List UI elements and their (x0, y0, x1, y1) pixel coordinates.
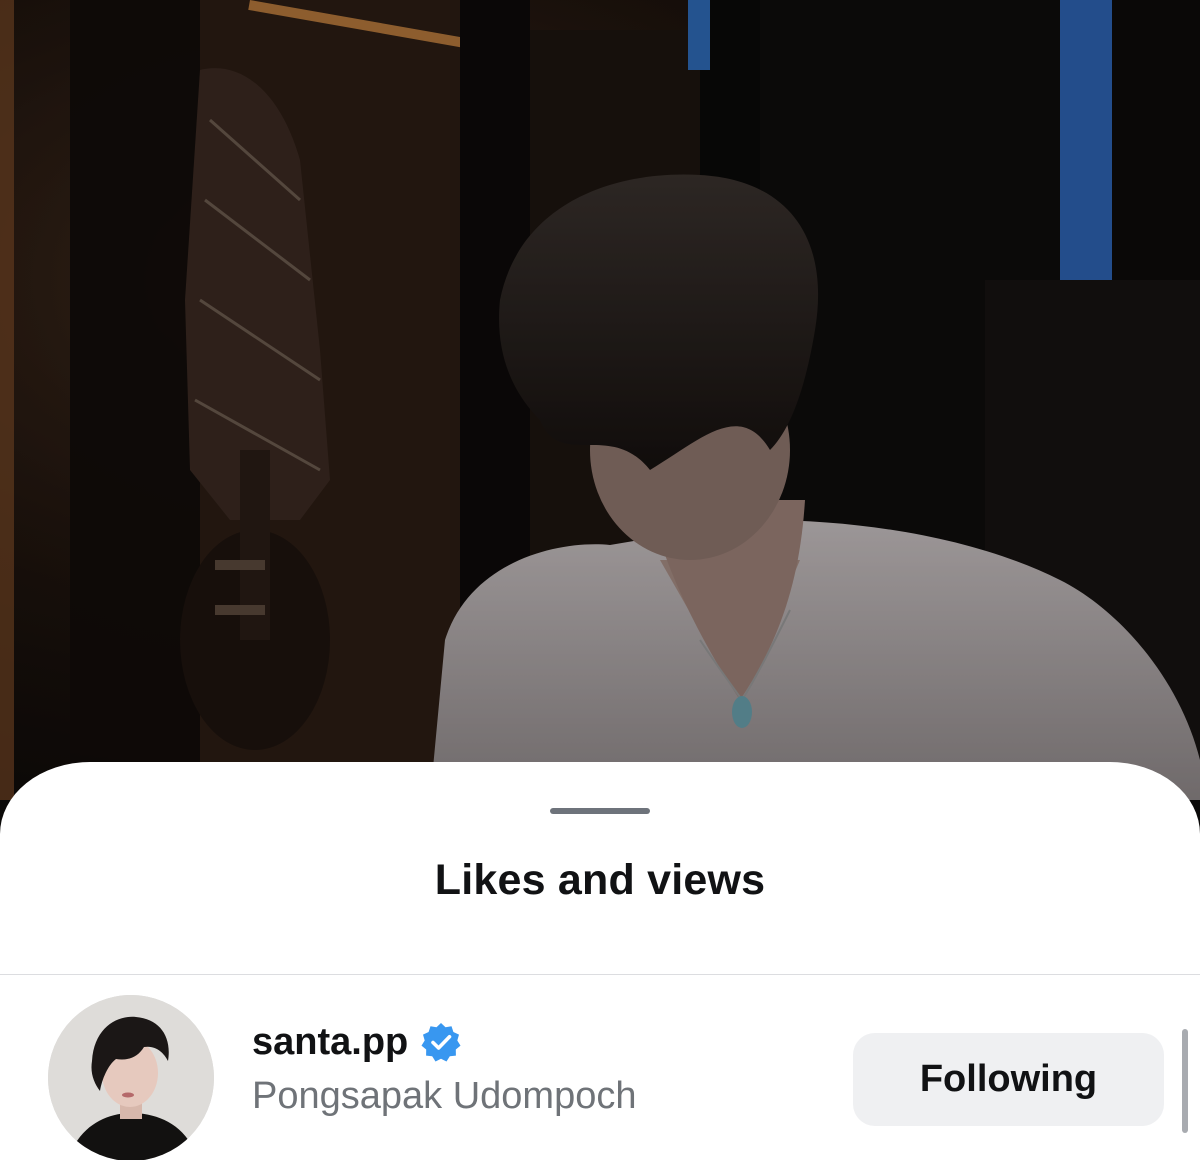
user-list-item[interactable]: santa.pp Pongsapak Udompoch Following (0, 975, 1200, 1160)
photo-illustration (0, 0, 1200, 800)
likes-and-views-sheet: Likes and views santa.pp Pongsapak Udomp… (0, 762, 1200, 1160)
sheet-grabber-handle[interactable] (550, 808, 650, 814)
verified-badge-icon (420, 1021, 462, 1063)
sheet-title: Likes and views (434, 856, 766, 904)
story-viewer-screen: Likes and views santa.pp Pongsapak Udomp… (0, 0, 1200, 1160)
username-line: santa.pp (252, 1017, 462, 1067)
background-photo (0, 0, 1200, 800)
following-button[interactable]: Following (853, 1033, 1164, 1126)
full-name: Pongsapak Udompoch (252, 1075, 637, 1117)
avatar-photo (48, 995, 214, 1160)
avatar[interactable] (48, 995, 214, 1160)
scrollbar[interactable] (1182, 1029, 1188, 1133)
username[interactable]: santa.pp (252, 1021, 408, 1064)
